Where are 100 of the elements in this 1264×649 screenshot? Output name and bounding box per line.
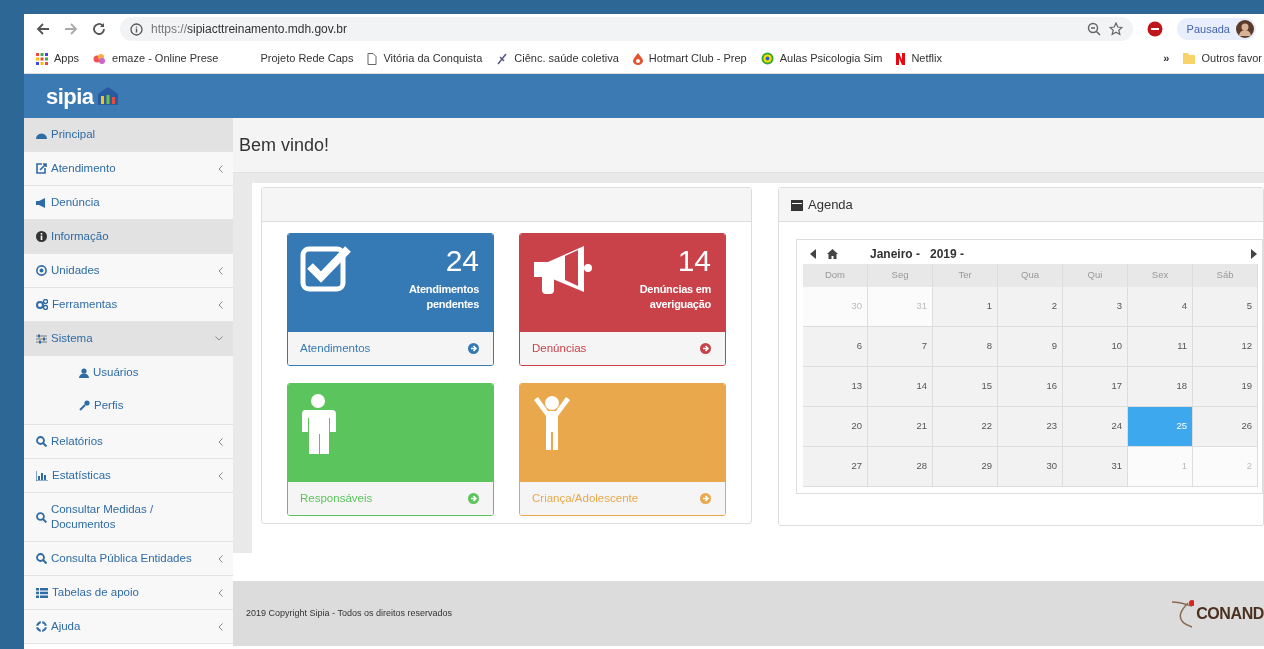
day-cell[interactable]: 2 <box>998 287 1063 327</box>
day-cell[interactable]: 13 <box>803 367 868 407</box>
flame-icon <box>632 52 643 65</box>
sidebar-item[interactable]: Ajuda <box>24 610 233 644</box>
day-cell[interactable]: 5 <box>1193 287 1258 327</box>
home-icon[interactable] <box>827 249 838 259</box>
year-selector[interactable]: 2019 - <box>930 245 965 263</box>
day-cell[interactable]: 21 <box>868 407 933 447</box>
sidebar-item[interactable]: Informação <box>24 220 233 254</box>
day-cell[interactable]: 26 <box>1193 407 1258 447</box>
page-title: Bem vindo! <box>239 133 330 157</box>
sidebar-item[interactable]: Tabelas de apoio <box>24 576 233 610</box>
sidebar-item[interactable]: Sistema <box>24 322 233 356</box>
tile-caption: Denúncias em averiguação <box>638 282 711 312</box>
back-icon[interactable] <box>36 22 50 36</box>
weekday-header: Sex <box>1128 264 1193 287</box>
bookmark-folder[interactable]: Outros favor <box>1183 50 1262 67</box>
partner-logo: CONAND <box>1196 603 1264 624</box>
bookmark[interactable]: Projeto Rede Caps <box>260 50 354 67</box>
bookmark[interactable]: Apps <box>36 50 80 67</box>
day-cell[interactable]: 3 <box>1063 287 1128 327</box>
bookmark[interactable]: Aulas Psicologia Sim <box>760 50 883 67</box>
day-cell[interactable]: 20 <box>803 407 868 447</box>
panel-title: Agenda <box>808 195 853 214</box>
bar-chart-icon <box>36 470 48 481</box>
day-cell[interactable]: 23 <box>998 407 1063 447</box>
day-cell[interactable]: 27 <box>803 447 868 487</box>
user-icon <box>79 367 89 378</box>
day-cell[interactable]: 1 <box>933 287 998 327</box>
day-cell[interactable]: 8 <box>933 327 998 367</box>
day-cell[interactable]: 30 <box>998 447 1063 487</box>
flower-icon <box>93 52 107 65</box>
day-cell[interactable]: 4 <box>1128 287 1193 327</box>
day-cell[interactable]: 28 <box>868 447 933 487</box>
sidebar-item[interactable]: Principal <box>24 118 233 152</box>
day-cell[interactable]: 14 <box>868 367 933 407</box>
day-cell[interactable]: 24 <box>1063 407 1128 447</box>
swoosh-icon <box>1170 598 1195 629</box>
day-cell[interactable]: 10 <box>1063 327 1128 367</box>
list-icon <box>36 587 48 598</box>
day-cell[interactable]: 15 <box>933 367 998 407</box>
tile-link[interactable]: Denúncias <box>520 332 725 365</box>
child-icon <box>532 394 572 450</box>
day-cell[interactable]: 17 <box>1063 367 1128 407</box>
lifebuoy-icon <box>36 621 47 632</box>
bookmark[interactable]: Vitória da Conquista <box>367 50 483 67</box>
url-text: https://sipiacttreinamento.mdh.gov.br <box>151 21 347 38</box>
weekday-header: Dom <box>803 264 868 287</box>
info-icon <box>36 231 47 242</box>
previous-icon[interactable] <box>809 249 817 259</box>
sidebar-item[interactable]: Atendimento <box>24 152 233 186</box>
sidebar-item[interactable]: Relatórios <box>24 425 233 459</box>
bookmark[interactable]: Hotmart Club - Prep <box>632 50 747 67</box>
profile-button[interactable]: Pausada <box>1176 18 1256 40</box>
weekday-header: Ter <box>933 264 998 287</box>
next-icon[interactable] <box>1250 249 1258 259</box>
page-icon <box>367 52 378 65</box>
apps-grid-icon <box>36 52 48 65</box>
checkbox-icon <box>300 244 352 292</box>
gears-icon <box>36 299 48 310</box>
day-cell[interactable]: 12 <box>1193 327 1258 367</box>
house-icon <box>97 86 120 106</box>
arrow-circle-icon <box>700 493 711 504</box>
weekday-header: Sáb <box>1193 264 1258 287</box>
day-cell[interactable]: 22 <box>933 407 998 447</box>
bookmark[interactable]: emaze - Online Prese <box>93 50 219 67</box>
sidebar-item[interactable]: Consulta Pública Entidades <box>24 542 233 576</box>
submenu-item[interactable]: Perfis <box>24 389 233 422</box>
day-cell[interactable]: 9 <box>998 327 1063 367</box>
day-cell[interactable]: 6 <box>803 327 868 367</box>
sidebar-item[interactable]: Ferramentas <box>24 288 233 322</box>
day-cell[interactable]: 31 <box>1063 447 1128 487</box>
sidebar-item[interactable]: Estatísticas <box>24 459 233 493</box>
weekday-header: Seg <box>868 264 933 287</box>
day-cell[interactable]: 7 <box>868 327 933 367</box>
search-icon <box>36 436 47 447</box>
submenu-item[interactable]: Usuários <box>24 356 233 389</box>
tile-count: 24 <box>445 244 479 278</box>
overflow-chevron[interactable]: » <box>1163 50 1170 67</box>
sidebar-item[interactable]: Consultar Medidas / Documentos <box>24 493 233 542</box>
tile-link[interactable]: Atendimentos <box>288 332 493 365</box>
day-cell[interactable]: 11 <box>1128 327 1193 367</box>
sidebar-item[interactable]: Denúncia <box>24 186 233 220</box>
day-cell[interactable]: 29 <box>933 447 998 487</box>
app-logo[interactable]: sipia <box>46 79 94 113</box>
day-cell[interactable]: 16 <box>998 367 1063 407</box>
star-icon[interactable] <box>1108 22 1123 36</box>
bookmark[interactable]: Ciênc. saúde coletiva <box>496 50 619 67</box>
day-cell[interactable]: 18 <box>1128 367 1193 407</box>
address-bar[interactable]: https://sipiacttreinamento.mdh.gov.br <box>120 17 1133 41</box>
bookmark[interactable]: Netflix <box>896 50 942 67</box>
zoom-icon[interactable] <box>1086 22 1101 36</box>
search-icon <box>36 553 47 564</box>
arrow-circle-icon <box>468 343 479 354</box>
reload-icon[interactable] <box>92 22 106 36</box>
sidebar-item[interactable]: Unidades <box>24 254 233 288</box>
day-cell[interactable]: 19 <box>1193 367 1258 407</box>
copyright-text: 2019 Copyright Sipia - Todos os direitos reservados <box>246 606 452 620</box>
month-selector[interactable]: Janeiro - <box>870 245 920 263</box>
stop-sign-icon[interactable] <box>1146 21 1163 37</box>
